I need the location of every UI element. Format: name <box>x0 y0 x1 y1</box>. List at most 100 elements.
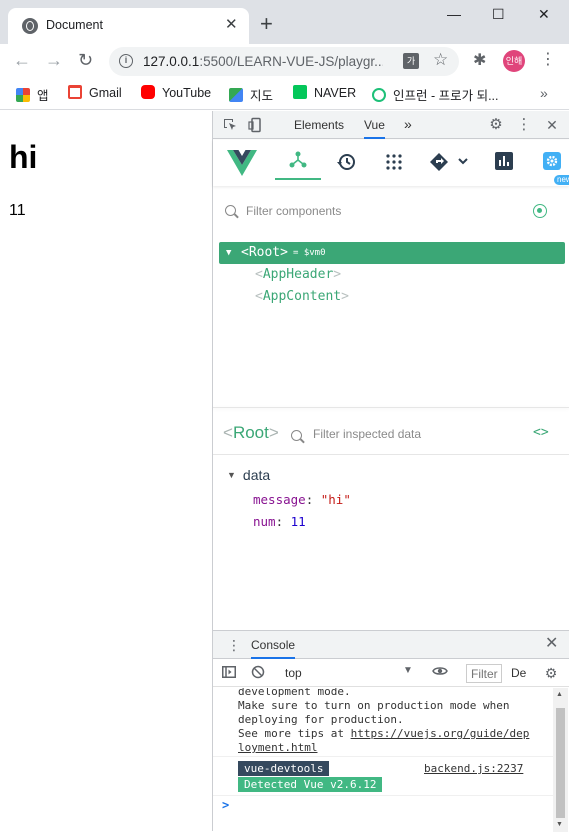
new-badge: new <box>554 175 569 185</box>
docs-link[interactable]: https://vuejs.org/guide/dep <box>351 727 530 740</box>
forward-button[interactable]: → <box>45 50 63 70</box>
performance-tab-icon[interactable] <box>493 152 515 174</box>
bookmarks-bar: 앱 Gmail YouTube 지도 NAVER 인프런 - 프로가 되... … <box>0 78 569 110</box>
log-line: loyment.html <box>238 741 317 755</box>
tree-node-root[interactable]: ▼ <Root> = $vm0 <box>219 242 565 264</box>
vue-devtools-badge: vue-devtools <box>238 761 330 776</box>
log-line: deploying for production. <box>238 713 404 726</box>
console-toolbar: top ▼ Filter De ⚙ <box>213 659 569 687</box>
address-bar[interactable]: i 127.0.0.1:5500/LEARN-VUE-JS/playgr... … <box>109 47 459 76</box>
drawer-menu-icon[interactable]: ⋮ <box>227 637 241 653</box>
history-tab-icon[interactable] <box>333 152 359 174</box>
tree-node-label: AppContent <box>262 289 342 304</box>
scroll-thumb[interactable] <box>556 708 565 818</box>
settings-gear-icon[interactable]: ⚙ <box>488 117 504 133</box>
components-tab-icon[interactable] <box>275 146 321 180</box>
tab-strip: Document ✕ + — ☐ ✕ <box>0 0 569 44</box>
data-prop-num[interactable]: num: 11 <box>253 514 306 530</box>
scroll-down-arrow-icon[interactable]: ▼ <box>556 821 563 828</box>
back-button[interactable]: ← <box>13 50 31 70</box>
reload-button[interactable]: ↻ <box>78 50 93 70</box>
routing-tab-icon[interactable] <box>427 152 471 174</box>
log-line: See more tips at https://vuejs.org/guide… <box>238 727 530 740</box>
tab-close-button[interactable]: ✕ <box>225 17 238 33</box>
log-levels-dropdown[interactable]: De <box>511 666 526 680</box>
drawer-close-icon[interactable]: ✕ <box>545 636 558 652</box>
search-icon <box>225 205 236 216</box>
tree-node-appheader[interactable]: <AppHeader> <box>255 264 569 286</box>
tab-vue[interactable]: Vue <box>364 118 385 139</box>
console-drawer: ⋮ Console ✕ top ▼ Filter De ⚙ developmen… <box>213 630 569 832</box>
bookmark-inflearn[interactable]: 인프런 - 프로가 되... <box>372 85 499 103</box>
youtube-icon <box>141 85 155 99</box>
bookmarks-overflow-button[interactable]: » <box>540 85 548 101</box>
bookmark-apps[interactable]: 앱 <box>16 85 49 103</box>
console-scrollbar[interactable]: ▲ ▼ <box>553 688 568 832</box>
devtools-menu-icon[interactable]: ⋮ <box>516 117 532 133</box>
log-separator <box>213 795 553 796</box>
page-value: 11 <box>9 202 26 219</box>
page-heading: hi <box>9 139 38 175</box>
devtools-close-icon[interactable]: ✕ <box>544 117 560 133</box>
bookmark-star-icon[interactable]: ☆ <box>433 50 448 70</box>
context-selector[interactable]: top <box>285 666 302 680</box>
console-settings-icon[interactable]: ⚙ <box>543 665 559 681</box>
data-section-header[interactable]: ▼ data <box>227 467 270 483</box>
tab-elements[interactable]: Elements <box>294 118 344 132</box>
more-tabs-button[interactable]: » <box>404 116 412 132</box>
bookmark-naver[interactable]: NAVER <box>293 85 356 103</box>
profile-avatar[interactable]: 인해 <box>503 50 525 72</box>
scroll-up-arrow-icon[interactable]: ▲ <box>556 691 563 698</box>
expand-arrow-icon[interactable]: ▼ <box>226 242 231 264</box>
console-filter-input[interactable]: Filter <box>466 664 502 683</box>
minimize-button[interactable]: — <box>447 6 461 22</box>
pane-divider[interactable] <box>213 407 569 408</box>
apps-grid-icon <box>16 88 30 102</box>
browser-menu-icon[interactable]: ⋮ <box>540 51 556 69</box>
settings-tab-icon[interactable] <box>541 152 563 174</box>
url-host: 127.0.0.1 <box>143 54 200 69</box>
console-tab-bar: ⋮ Console ✕ <box>213 631 569 659</box>
naver-icon <box>293 85 307 99</box>
docs-link-cont[interactable]: loyment.html <box>238 741 317 754</box>
tab-title: Document <box>46 18 103 32</box>
vuex-tab-icon[interactable] <box>381 152 407 174</box>
vue-devtools-toolbar: new <box>213 140 569 186</box>
bookmark-maps[interactable]: 지도 <box>229 85 273 103</box>
devtools-panel: Elements Vue » ⚙ ⋮ ✕ new Filter componen… <box>212 111 569 832</box>
log-line: Make sure to turn on production mode whe… <box>238 699 510 712</box>
translate-icon[interactable]: 가 <box>403 53 419 69</box>
vm-reference: = $vm0 <box>293 248 326 258</box>
inspect-element-icon[interactable] <box>222 117 238 133</box>
inspected-filter-input[interactable]: Filter inspected data <box>313 427 421 441</box>
clear-console-icon[interactable] <box>250 665 266 681</box>
device-toolbar-icon[interactable] <box>248 117 264 133</box>
bookmark-gmail[interactable]: Gmail <box>68 85 122 103</box>
tree-node-appcontent[interactable]: <AppContent> <box>255 286 569 308</box>
extensions-icon[interactable]: ✱ <box>473 53 486 69</box>
data-prop-message[interactable]: message: "hi" <box>253 492 351 508</box>
bookmark-youtube[interactable]: YouTube <box>141 85 211 103</box>
component-filter[interactable]: Filter components <box>213 197 569 227</box>
browser-toolbar: ← → ↻ i 127.0.0.1:5500/LEARN-VUE-JS/play… <box>0 44 569 78</box>
inspected-component-name: <Root> <box>223 423 279 442</box>
vue-logo-icon <box>227 150 257 176</box>
globe-icon <box>22 18 38 34</box>
maps-icon <box>229 88 243 102</box>
open-source-code-icon[interactable]: <> <box>533 425 549 440</box>
site-info-icon[interactable]: i <box>119 54 133 68</box>
window-close-button[interactable]: ✕ <box>538 6 550 22</box>
select-component-icon[interactable] <box>533 204 547 218</box>
live-expression-eye-icon[interactable] <box>432 665 448 681</box>
log-separator <box>213 756 553 757</box>
tab-console[interactable]: Console <box>251 638 296 659</box>
url-path: :5500/LEARN-VUE-JS/playgr... <box>199 54 383 69</box>
maximize-button[interactable]: ☐ <box>492 6 505 22</box>
inspector-header: <Root> Filter inspected data <> <box>213 419 569 455</box>
sidebar-toggle-icon[interactable] <box>221 665 237 681</box>
source-link[interactable]: backend.js:2237 <box>424 761 523 776</box>
gmail-icon <box>68 85 82 99</box>
console-prompt[interactable]: > <box>222 798 229 812</box>
new-tab-button[interactable]: + <box>260 13 273 35</box>
browser-tab[interactable]: Document ✕ <box>8 8 249 44</box>
